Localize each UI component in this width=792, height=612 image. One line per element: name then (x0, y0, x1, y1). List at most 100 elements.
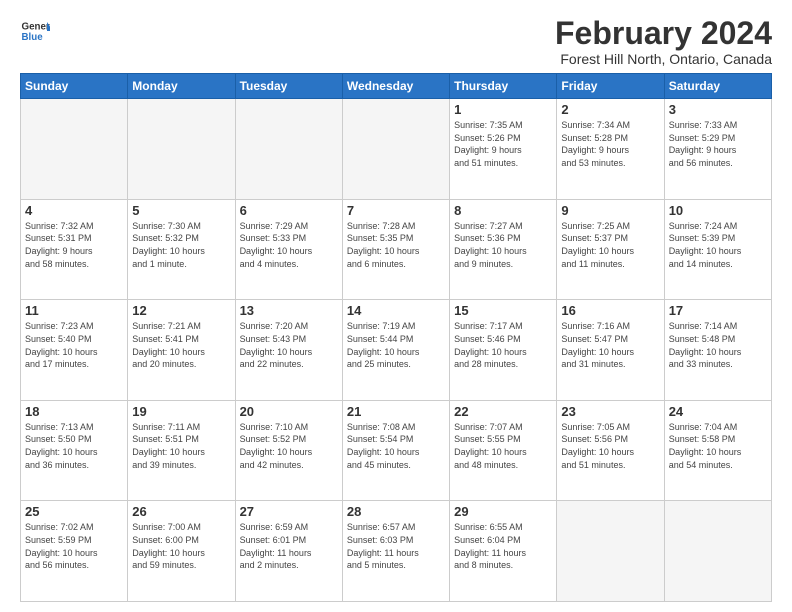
table-row: 7 Sunrise: 7:28 AM Sunset: 5:35 PM Daylig… (342, 199, 449, 300)
header-area: General Blue February 2024 Forest Hill N… (20, 16, 772, 67)
calendar-week-row: 18Sunrise: 7:13 AM Sunset: 5:50 PM Dayli… (21, 400, 772, 501)
table-row: 25 Sunrise: 7:02 AM Sunset: 5:59 PM Dayli… (21, 501, 128, 602)
subtitle: Forest Hill North, Ontario, Canada (555, 51, 772, 67)
day-number: 9 (561, 203, 659, 218)
calendar-week-row: 25 Sunrise: 7:02 AM Sunset: 5:59 PM Dayli… (21, 501, 772, 602)
day-number: 27 (240, 504, 338, 519)
day-number: 1 (454, 102, 552, 117)
table-row (128, 99, 235, 200)
calendar-header-wednesday: Wednesday (342, 74, 449, 99)
table-row (21, 99, 128, 200)
table-row: 23 Sunrise: 7:05 AM Sunset: 5:56 PM Dayli… (557, 400, 664, 501)
day-info: Sunrise: 7:23 AM Sunset: 5:40 PM Dayligh… (25, 320, 123, 370)
table-row: 10 Sunrise: 7:24 AM Sunset: 5:39 PM Dayli… (664, 199, 771, 300)
table-row: 20Sunrise: 7:10 AM Sunset: 5:52 PM Dayli… (235, 400, 342, 501)
calendar-header-monday: Monday (128, 74, 235, 99)
calendar-header-tuesday: Tuesday (235, 74, 342, 99)
calendar-table: SundayMondayTuesdayWednesdayThursdayFrid… (20, 73, 772, 602)
day-number: 17 (669, 303, 767, 318)
table-row: 28Sunrise: 6:57 AM Sunset: 6:03 PM Dayli… (342, 501, 449, 602)
main-title: February 2024 (555, 16, 772, 51)
day-info: Sunrise: 7:32 AM Sunset: 5:31 PM Dayligh… (25, 220, 123, 270)
day-number: 10 (669, 203, 767, 218)
calendar-header-saturday: Saturday (664, 74, 771, 99)
table-row: 27 Sunrise: 6:59 AM Sunset: 6:01 PM Dayli… (235, 501, 342, 602)
calendar-week-row: 4Sunrise: 7:32 AM Sunset: 5:31 PM Daylig… (21, 199, 772, 300)
table-row: 8Sunrise: 7:27 AM Sunset: 5:36 PM Daylig… (450, 199, 557, 300)
day-number: 22 (454, 404, 552, 419)
day-number: 7 (347, 203, 445, 218)
day-info: Sunrise: 7:25 AM Sunset: 5:37 PM Dayligh… (561, 220, 659, 270)
day-info: Sunrise: 6:57 AM Sunset: 6:03 PM Dayligh… (347, 521, 445, 571)
table-row (557, 501, 664, 602)
day-info: Sunrise: 7:10 AM Sunset: 5:52 PM Dayligh… (240, 421, 338, 471)
svg-text:General: General (22, 22, 51, 33)
day-info: Sunrise: 7:33 AM Sunset: 5:29 PM Dayligh… (669, 119, 767, 169)
table-row: 19Sunrise: 7:11 AM Sunset: 5:51 PM Dayli… (128, 400, 235, 501)
day-number: 15 (454, 303, 552, 318)
day-number: 12 (132, 303, 230, 318)
page: General Blue February 2024 Forest Hill N… (0, 0, 792, 612)
table-row: 17Sunrise: 7:14 AM Sunset: 5:48 PM Dayli… (664, 300, 771, 401)
generalblue-logo-icon: General Blue (20, 16, 50, 46)
logo: General Blue (20, 16, 50, 46)
day-number: 5 (132, 203, 230, 218)
day-info: Sunrise: 7:24 AM Sunset: 5:39 PM Dayligh… (669, 220, 767, 270)
day-info: Sunrise: 7:08 AM Sunset: 5:54 PM Dayligh… (347, 421, 445, 471)
table-row: 6Sunrise: 7:29 AM Sunset: 5:33 PM Daylig… (235, 199, 342, 300)
table-row: 2 Sunrise: 7:34 AM Sunset: 5:28 PM Daylig… (557, 99, 664, 200)
day-number: 13 (240, 303, 338, 318)
day-info: Sunrise: 7:11 AM Sunset: 5:51 PM Dayligh… (132, 421, 230, 471)
day-info: Sunrise: 7:21 AM Sunset: 5:41 PM Dayligh… (132, 320, 230, 370)
day-number: 14 (347, 303, 445, 318)
day-info: Sunrise: 7:02 AM Sunset: 5:59 PM Dayligh… (25, 521, 123, 571)
table-row: 21 Sunrise: 7:08 AM Sunset: 5:54 PM Dayli… (342, 400, 449, 501)
day-number: 25 (25, 504, 123, 519)
day-number: 6 (240, 203, 338, 218)
table-row: 18Sunrise: 7:13 AM Sunset: 5:50 PM Dayli… (21, 400, 128, 501)
table-row: 13 Sunrise: 7:20 AM Sunset: 5:43 PM Dayli… (235, 300, 342, 401)
table-row: 11 Sunrise: 7:23 AM Sunset: 5:40 PM Dayli… (21, 300, 128, 401)
day-info: Sunrise: 7:28 AM Sunset: 5:35 PM Dayligh… (347, 220, 445, 270)
table-row (664, 501, 771, 602)
day-info: Sunrise: 7:07 AM Sunset: 5:55 PM Dayligh… (454, 421, 552, 471)
table-row: 4Sunrise: 7:32 AM Sunset: 5:31 PM Daylig… (21, 199, 128, 300)
day-number: 26 (132, 504, 230, 519)
day-number: 11 (25, 303, 123, 318)
table-row: 1 Sunrise: 7:35 AM Sunset: 5:26 PM Daylig… (450, 99, 557, 200)
day-number: 21 (347, 404, 445, 419)
day-number: 16 (561, 303, 659, 318)
day-info: Sunrise: 6:59 AM Sunset: 6:01 PM Dayligh… (240, 521, 338, 571)
calendar-header-sunday: Sunday (21, 74, 128, 99)
table-row: 12 Sunrise: 7:21 AM Sunset: 5:41 PM Dayli… (128, 300, 235, 401)
day-info: Sunrise: 7:19 AM Sunset: 5:44 PM Dayligh… (347, 320, 445, 370)
calendar-week-row: 11 Sunrise: 7:23 AM Sunset: 5:40 PM Dayli… (21, 300, 772, 401)
table-row: 29 Sunrise: 6:55 AM Sunset: 6:04 PM Dayli… (450, 501, 557, 602)
day-info: Sunrise: 7:17 AM Sunset: 5:46 PM Dayligh… (454, 320, 552, 370)
day-number: 24 (669, 404, 767, 419)
day-number: 23 (561, 404, 659, 419)
day-info: Sunrise: 7:00 AM Sunset: 6:00 PM Dayligh… (132, 521, 230, 571)
calendar-header-thursday: Thursday (450, 74, 557, 99)
table-row (342, 99, 449, 200)
day-info: Sunrise: 7:35 AM Sunset: 5:26 PM Dayligh… (454, 119, 552, 169)
day-info: Sunrise: 7:16 AM Sunset: 5:47 PM Dayligh… (561, 320, 659, 370)
day-number: 3 (669, 102, 767, 117)
table-row: 26 Sunrise: 7:00 AM Sunset: 6:00 PM Dayli… (128, 501, 235, 602)
day-number: 29 (454, 504, 552, 519)
table-row: 5 Sunrise: 7:30 AM Sunset: 5:32 PM Daylig… (128, 199, 235, 300)
table-row (235, 99, 342, 200)
day-info: Sunrise: 7:05 AM Sunset: 5:56 PM Dayligh… (561, 421, 659, 471)
calendar-week-row: 1 Sunrise: 7:35 AM Sunset: 5:26 PM Daylig… (21, 99, 772, 200)
day-info: Sunrise: 7:27 AM Sunset: 5:36 PM Dayligh… (454, 220, 552, 270)
table-row: 15 Sunrise: 7:17 AM Sunset: 5:46 PM Dayli… (450, 300, 557, 401)
day-number: 2 (561, 102, 659, 117)
svg-text:Blue: Blue (22, 32, 44, 43)
table-row: 14 Sunrise: 7:19 AM Sunset: 5:44 PM Dayli… (342, 300, 449, 401)
day-info: Sunrise: 7:34 AM Sunset: 5:28 PM Dayligh… (561, 119, 659, 169)
calendar-header-friday: Friday (557, 74, 664, 99)
day-info: Sunrise: 7:20 AM Sunset: 5:43 PM Dayligh… (240, 320, 338, 370)
day-number: 18 (25, 404, 123, 419)
day-info: Sunrise: 7:30 AM Sunset: 5:32 PM Dayligh… (132, 220, 230, 270)
day-info: Sunrise: 6:55 AM Sunset: 6:04 PM Dayligh… (454, 521, 552, 571)
